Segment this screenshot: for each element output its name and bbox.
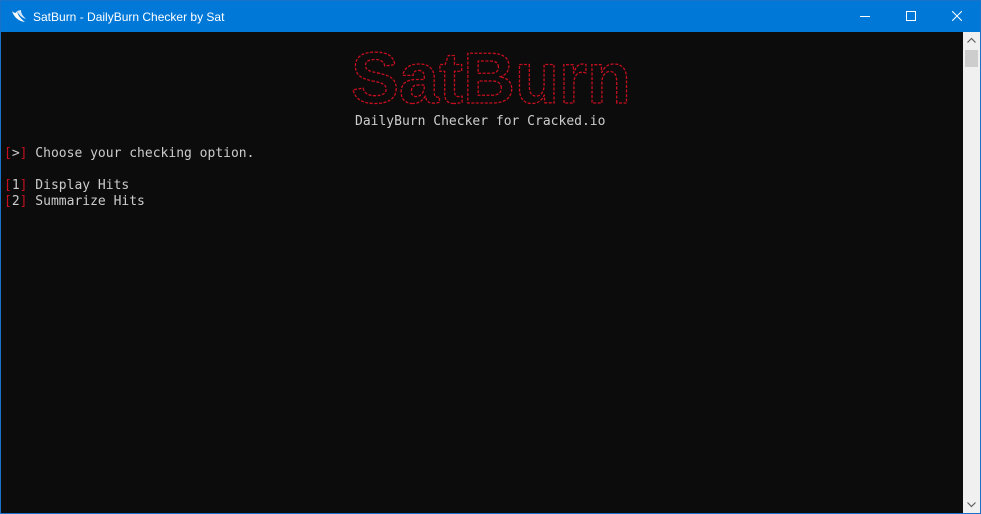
- option-summarize-hits: [2] Summarize Hits: [4, 194, 145, 210]
- subtitle-line: DailyBurn Checker for Cracked.io: [355, 114, 606, 129]
- option-label: Display Hits: [27, 178, 130, 193]
- option-bracket-open: [: [4, 178, 12, 193]
- console-output[interactable]: SatBurn DailyBurn Checker for Cracked.io…: [1, 32, 963, 513]
- window-title: SatBurn - DailyBurn Checker by Sat: [33, 10, 225, 24]
- maximize-icon: [906, 11, 916, 21]
- scroll-down-button[interactable]: [963, 496, 980, 513]
- option-bracket-open: [: [4, 194, 12, 209]
- chevron-up-icon: [967, 37, 976, 43]
- close-icon: [952, 11, 962, 21]
- vertical-scrollbar[interactable]: [963, 32, 980, 513]
- banner-text: SatBurn: [351, 43, 631, 113]
- option-key: 1: [11, 178, 20, 193]
- option-key: 2: [11, 194, 20, 209]
- prompt-text: Choose your checking option.: [27, 146, 255, 161]
- ascii-banner-logo: SatBurn: [350, 43, 631, 113]
- maximize-button[interactable]: [888, 1, 934, 32]
- prompt-marker: >: [11, 146, 20, 161]
- console-window: SatBurn - DailyBurn Checker by Sat SatBu…: [0, 0, 981, 514]
- option-label: Summarize Hits: [27, 194, 145, 209]
- prompt-bracket-open: [: [4, 146, 12, 161]
- prompt-line: [>] Choose your checking option.: [4, 146, 254, 162]
- minimize-icon: [860, 16, 870, 17]
- wing-icon: [10, 8, 28, 26]
- scroll-thumb[interactable]: [965, 50, 978, 67]
- minimize-button[interactable]: [842, 1, 888, 32]
- title-bar[interactable]: SatBurn - DailyBurn Checker by Sat: [1, 1, 980, 32]
- scroll-up-button[interactable]: [963, 32, 980, 49]
- option-display-hits: [1] Display Hits: [4, 178, 129, 194]
- chevron-down-icon: [967, 502, 976, 508]
- close-button[interactable]: [934, 1, 980, 32]
